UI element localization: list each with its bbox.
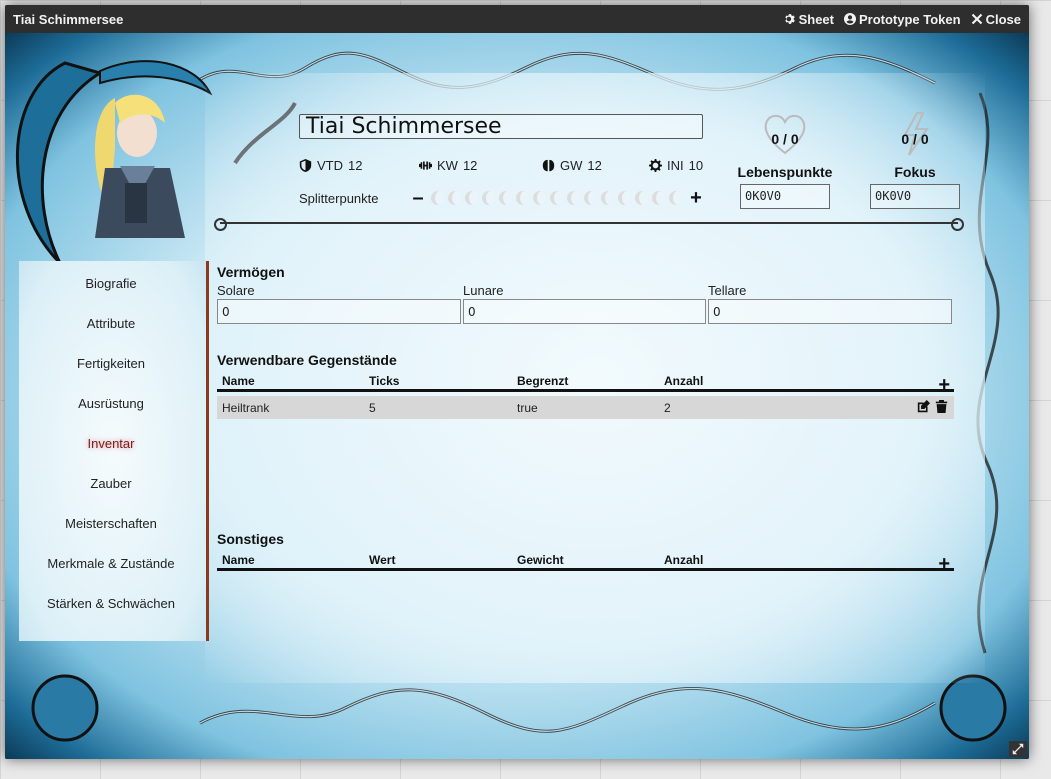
window-titlebar[interactable]: Tiai Schimmersee Sheet Prototype Token C… [5,5,1029,33]
prototype-token-button[interactable]: Prototype Token [843,12,961,27]
edit-icon[interactable] [917,400,930,413]
column-anzahl: Anzahl [664,553,704,567]
nav-ausruestung[interactable]: Ausrüstung [19,396,203,411]
moon-icon[interactable] [431,191,445,205]
verwendbar-table-header: Name Ticks Begrenzt Anzahl + [217,372,954,396]
cog-icon [649,159,662,172]
tellare-input[interactable]: 0 [708,299,952,324]
splitterpunkte-increase-button[interactable]: + [689,188,703,208]
moon-icon[interactable] [550,191,564,205]
lebenspunkte-value: 0 / 0 [771,131,799,147]
resize-handle[interactable] [1009,741,1027,757]
solare-input[interactable]: 0 [217,299,461,324]
brain-icon [542,159,555,172]
dumbbell-icon [419,161,432,170]
fokus-block: 0 / 0 Fokus 0K0V0 [865,111,965,211]
sonstiges-title: Sonstiges [217,531,284,547]
column-name: Name [222,374,255,388]
moon-icon[interactable] [533,191,547,205]
shield-icon [299,159,312,172]
moon-icon[interactable] [635,191,649,205]
nav-biografie[interactable]: Biografie [19,276,203,291]
moon-icon[interactable] [567,191,581,205]
column-wert: Wert [369,553,396,567]
add-sonstiges-button[interactable]: + [938,553,950,576]
splitterpunkte-decrease-button[interactable]: – [411,188,425,208]
fokus-field[interactable]: 0K0V0 [870,184,960,209]
verwendbar-title: Verwendbare Gegenstände [217,352,397,368]
attribute-stats-row: VTD 12 KW 12 GW 12 INI 10 [299,158,709,176]
nav-attribute[interactable]: Attribute [19,316,203,331]
lunare-label: Lunare [463,283,504,298]
character-portrait[interactable] [75,88,195,238]
nav-zauber[interactable]: Zauber [19,476,203,491]
stat-ini: INI 10 [649,158,703,173]
moon-icon[interactable] [482,191,496,205]
solare-label: Solare [217,283,255,298]
character-sheet-window: Tiai Schimmersee Sheet Prototype Token C… [5,5,1029,759]
moon-icon[interactable] [652,191,666,205]
moon-icon[interactable] [584,191,598,205]
column-begrenzt: Begrenzt [517,374,569,388]
lunare-input[interactable]: 0 [463,299,706,324]
sheet-body: Tiai Schimmersee VTD 12 KW 12 GW 12 INI … [5,33,1029,759]
stat-vtd: VTD 12 [299,158,362,173]
moon-icon[interactable] [601,191,615,205]
user-circle-icon [843,13,856,25]
character-name-input[interactable]: Tiai Schimmersee [299,114,703,139]
moon-icon[interactable] [448,191,462,205]
sheet-navigation: Biografie Attribute Fertigkeiten Ausrüst… [19,261,209,641]
nav-inventar[interactable]: Inventar [19,436,203,451]
close-button[interactable]: Close [971,12,1021,27]
lebenspunkte-field[interactable]: 0K0V0 [740,184,830,209]
sheet-button[interactable]: Sheet [784,12,834,27]
nav-staerken-schwaechen[interactable]: Stärken & Schwächen [19,596,203,611]
moon-icon[interactable] [499,191,513,205]
moon-icon[interactable] [465,191,479,205]
stat-gw: GW 12 [542,158,602,173]
cell-ticks: 5 [369,401,376,415]
fokus-value: 0 / 0 [901,131,929,147]
close-icon [971,13,982,25]
column-gewicht: Gewicht [517,553,564,567]
splitterpunkte-label: Splitterpunkte [299,190,379,206]
trash-icon[interactable] [935,400,948,413]
splitterpunkte-moons[interactable] [431,191,683,205]
column-anzahl: Anzahl [664,374,704,388]
sonstiges-table-header: Name Wert Gewicht Anzahl + [217,551,954,575]
window-title: Tiai Schimmersee [13,11,124,27]
stat-kw: KW 12 [419,158,477,173]
vermoegen-title: Vermögen [217,264,285,280]
resize-icon [1012,743,1024,755]
header-divider [214,218,964,231]
column-name: Name [222,553,255,567]
add-verwendbar-button[interactable]: + [938,374,950,397]
nav-meisterschaften[interactable]: Meisterschaften [19,516,203,531]
gear-icon [784,14,795,24]
lebenspunkte-block: 0 / 0 Lebenspunkte 0K0V0 [735,111,835,211]
moon-icon[interactable] [516,191,530,205]
moon-icon[interactable] [669,191,683,205]
cell-begrenzt: true [517,401,538,415]
moon-icon[interactable] [618,191,632,205]
table-row[interactable]: Heiltrank 5 true 2 [217,396,954,419]
nav-fertigkeiten[interactable]: Fertigkeiten [19,356,203,371]
nav-merkmale-zustaende[interactable]: Merkmale & Zustände [19,556,203,571]
lebenspunkte-label: Lebenspunkte [737,164,833,180]
cell-name: Heiltrank [222,401,270,415]
cell-anzahl: 2 [664,401,671,415]
tellare-label: Tellare [708,283,747,298]
column-ticks: Ticks [369,374,400,388]
fokus-label: Fokus [894,164,936,180]
splitterpunkte-row: Splitterpunkte – + [299,188,703,208]
